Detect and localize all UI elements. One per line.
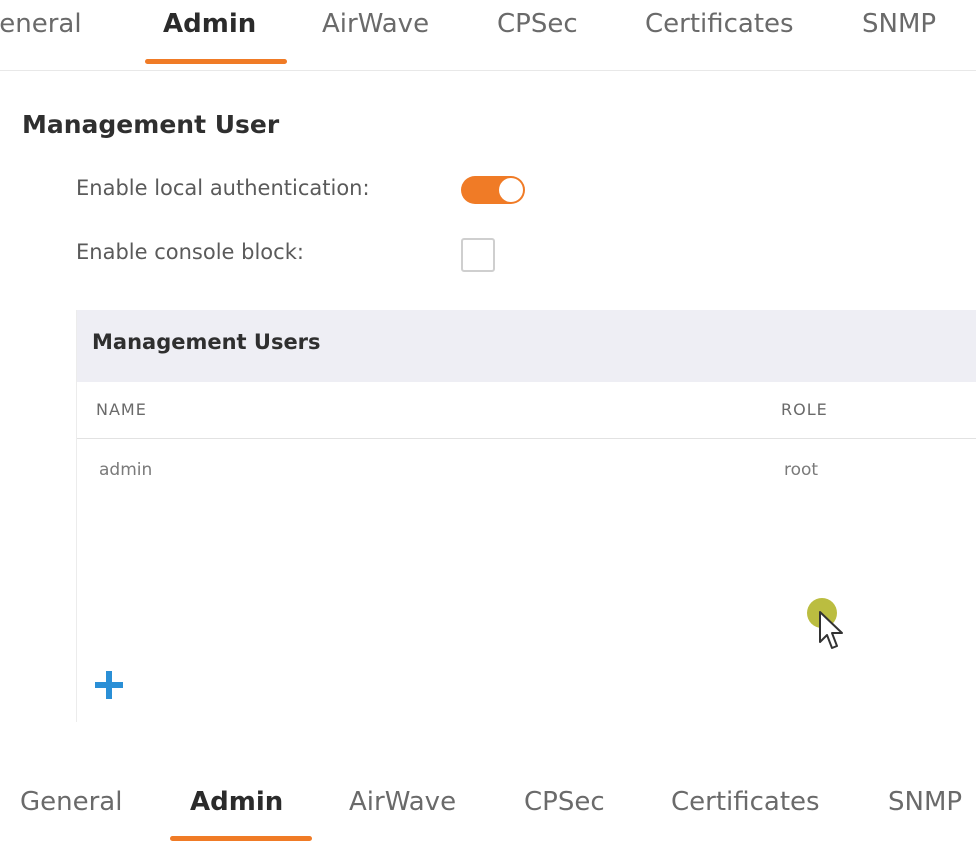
tab-certificates[interactable]: Certificates [645,6,794,42]
tab-admin[interactable]: Admin [163,6,256,42]
header-divider [77,438,976,439]
toggle-knob [499,178,523,202]
active-tab-indicator-bottom [170,836,312,841]
management-users-panel: Management Users NAME ROLE admin root [76,310,976,722]
bottom-tab-bar: General Admin AirWave CPSec Certificates… [0,770,976,845]
tab-cpsec-bottom[interactable]: CPSec [524,784,605,820]
plus-icon [95,671,123,699]
tab-general[interactable]: ieneral [0,6,82,42]
tab-snmp-bottom[interactable]: SNMP [888,784,962,820]
tab-admin-bottom[interactable]: Admin [190,784,283,820]
tab-snmp[interactable]: SNMP [862,6,936,42]
tab-certificates-bottom[interactable]: Certificates [671,784,820,820]
top-tab-bar: ieneral Admin AirWave CPSec Certificates… [0,0,976,71]
column-header-name[interactable]: NAME [96,400,147,419]
local-auth-label: Enable local authentication: [76,176,370,200]
panel-header: Management Users [77,310,976,382]
panel-title: Management Users [92,330,321,354]
console-block-checkbox[interactable] [461,238,495,272]
console-block-label: Enable console block: [76,240,304,264]
tab-general-bottom[interactable]: General [20,784,122,820]
column-header-role[interactable]: ROLE [781,400,828,419]
local-auth-toggle[interactable] [461,176,525,204]
tab-cpsec[interactable]: CPSec [497,6,578,42]
table-row[interactable]: admin root [77,450,976,494]
add-user-button[interactable] [92,668,126,702]
section-title: Management User [22,110,280,139]
mouse-pointer-icon [819,611,843,649]
active-tab-indicator [145,59,287,64]
cell-name: admin [99,460,153,480]
tab-airwave[interactable]: AirWave [322,6,429,42]
cell-role: root [784,460,819,480]
tab-airwave-bottom[interactable]: AirWave [349,784,456,820]
